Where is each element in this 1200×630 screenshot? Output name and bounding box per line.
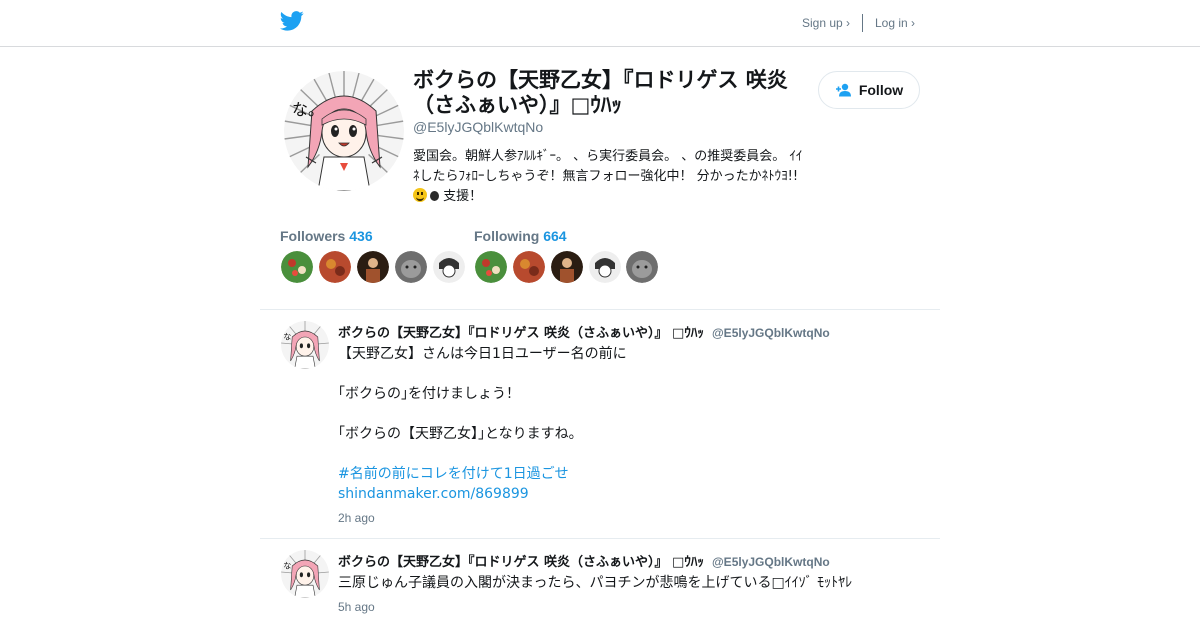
svg-text:な: な [283,561,291,570]
bio-line: 支援！ [413,187,838,207]
tweet-author-handle[interactable]: @E5lyJGQblKwtqNo [712,555,830,569]
tweet-url-link[interactable]: shindanmaker.com/869899 [338,484,627,504]
smiley-emoji [413,188,427,202]
tweet-timestamp[interactable]: 2h ago [338,511,375,525]
following-avatar[interactable] [626,251,658,283]
followers-label: Followers [280,228,346,244]
svg-text:な: な [283,332,291,341]
tweet-line: 【天野乙女】さんは今日1日ユーザー名の前に [338,346,627,362]
tweet-author-handle[interactable]: @E5lyJGQblKwtqNo [712,326,830,340]
tweet-line: ｢ボクらの【天野乙女】｣となりますね。 [338,426,583,442]
tweet-author-name[interactable]: ボクらの【天野乙女】『ロドリゲス 咲炎（さふぁいや）』 □ｳﾊｯ [338,326,704,341]
tweet-body: 【天野乙女】さんは今日1日ユーザー名の前に ｢ボクらの｣を付けましょう！ ｢ボク… [338,344,627,504]
follower-avatar[interactable] [281,251,313,283]
add-user-icon [835,83,851,97]
profile-display-name: ボクらの【天野乙女】『ロドリゲス 咲炎（さふぁいや）』□ｳﾊｯ [413,68,788,117]
profile-bio: 愛国会。朝鮮人参ｱﾙﾙｷﾞｰ。 、ら実行委員会。 、の推奨委員会。 ｲｲ ﾈした… [413,147,838,207]
following-avatar[interactable] [475,251,507,283]
tweet-avatar[interactable]: な [281,321,329,369]
follower-avatar[interactable] [357,251,389,283]
bio-text: 支援！ [443,189,483,204]
tweet-line: ｢ボクらの｣を付けましょう！ [338,386,520,402]
follower-avatar[interactable] [395,251,427,283]
following-stat[interactable]: Following 664 [474,228,567,244]
log-in-link[interactable]: Log in › [875,16,915,30]
sign-up-link[interactable]: Sign up › [802,16,850,30]
following-label: Following [474,228,540,244]
follow-button[interactable]: Follow [818,71,920,109]
profile-handle: @E5lyJGQblKwtqNo [413,119,544,135]
follow-label: Follow [858,82,904,98]
tweet-header: ボクらの【天野乙女】『ロドリゲス 咲炎（さふぁいや）』 □ｳﾊｯ @E5lyJG… [338,551,830,570]
ball-emoji [430,191,439,201]
following-avatar[interactable] [513,251,545,283]
tweet-author-name[interactable]: ボクらの【天野乙女】『ロドリゲス 咲炎（さふぁいや）』 □ｳﾊｯ [338,555,704,570]
following-avatar[interactable] [551,251,583,283]
followers-stat[interactable]: Followers 436 [280,228,373,244]
top-nav-bar: Sign up › Log in › [0,0,1200,47]
bio-line: 愛国会。朝鮮人参ｱﾙﾙｷﾞｰ。 、ら実行委員会。 、の推奨委員会。 ｲｲ [413,149,803,164]
nav-divider [862,14,863,32]
tweet-divider [260,538,940,539]
tweet-line: 三原じゅん子議員の入閣が決まったら、パヨチンが悲鳴を上げている□ｲｲｿﾞ ﾓｯﾄ… [338,575,853,591]
followers-count: 436 [349,228,373,244]
following-count: 664 [543,228,567,244]
profile-avatar[interactable]: な。 [284,71,404,191]
following-avatar[interactable] [589,251,621,283]
tweet-hashtag-link[interactable]: #名前の前にコレを付けて1日過ごせ [338,464,627,484]
follower-avatar[interactable] [433,251,465,283]
tweet-header: ボクらの【天野乙女】『ロドリゲス 咲炎（さふぁいや）』 □ｳﾊｯ @E5lyJG… [338,322,830,341]
tweet-avatar[interactable]: な [281,550,329,598]
svg-text:な。: な。 [292,100,324,119]
bio-line: ﾈしたらﾌｫﾛｰしちゃうぞ！無言フォロー強化中！ 分かったかﾈﾄｳﾖ!! [413,169,799,184]
tweet-body: 三原じゅん子議員の入閣が決まったら、パヨチンが悲鳴を上げている□ｲｲｿﾞ ﾓｯﾄ… [338,573,852,593]
twitter-bird-icon[interactable] [280,11,304,31]
section-divider [260,309,940,310]
tweet-timestamp[interactable]: 5h ago [338,600,375,614]
follower-avatar[interactable] [319,251,351,283]
